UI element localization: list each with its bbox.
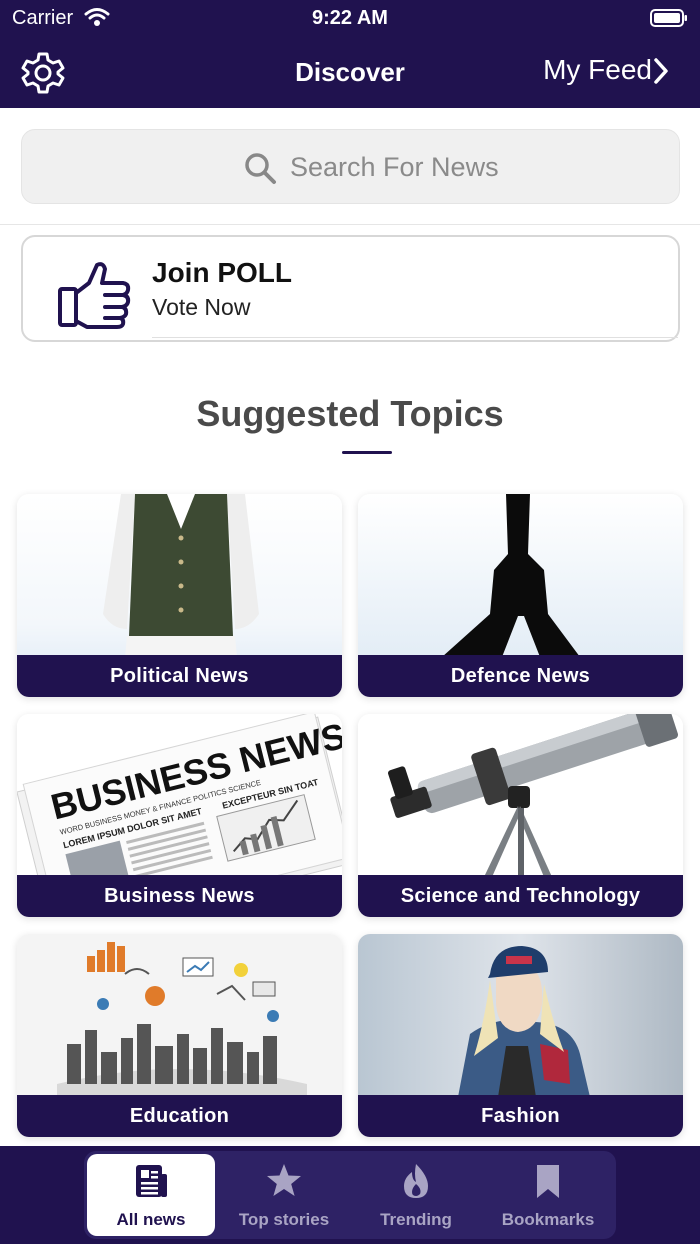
topic-card-fashion[interactable]: Fashion: [358, 934, 683, 1137]
tab-top-stories[interactable]: Top stories: [220, 1154, 348, 1236]
chevron-right-icon[interactable]: [650, 56, 672, 86]
tab-group: All news Top stories Trending Bookmarks: [84, 1151, 616, 1239]
tab-label: All news: [116, 1210, 186, 1229]
tab-bookmarks[interactable]: Bookmarks: [484, 1154, 612, 1236]
topic-label: Political News: [17, 655, 342, 697]
topic-card-defence-news[interactable]: Defence News: [358, 494, 683, 697]
tab-label: Bookmarks: [501, 1210, 595, 1229]
search-bar[interactable]: [21, 129, 680, 204]
bookmark-icon: [537, 1165, 559, 1198]
thumbs-up-icon: [58, 262, 131, 329]
flame-icon: [404, 1164, 428, 1198]
battery-icon: [650, 9, 687, 27]
defence-news-image: [358, 494, 683, 657]
tab-all-news[interactable]: All news: [87, 1154, 215, 1236]
tab-label: Top stories: [238, 1210, 330, 1229]
my-feed-link[interactable]: My Feed: [543, 54, 652, 86]
topic-label: Education: [17, 1095, 342, 1137]
education-image: [17, 934, 342, 1097]
poll-title: Join POLL: [152, 257, 292, 288]
science-technology-image: [358, 714, 683, 877]
divider: [0, 224, 700, 225]
newspaper-icon: [136, 1165, 167, 1197]
topic-card-education[interactable]: Education: [17, 934, 342, 1137]
star-icon: [267, 1164, 301, 1196]
bottom-tab-bar: All news Top stories Trending Bookmarks: [0, 1146, 700, 1244]
tab-trending[interactable]: Trending: [352, 1154, 480, 1236]
topic-card-political-news[interactable]: Political News: [17, 494, 342, 697]
topic-label: Science and Technology: [358, 875, 683, 917]
topic-label: Business News: [17, 875, 342, 917]
status-bar: Carrier 9:22 AM: [0, 0, 700, 36]
topic-label: Fashion: [358, 1095, 683, 1137]
topic-card-science-technology[interactable]: Science and Technology: [358, 714, 683, 917]
top-bar: Carrier 9:22 AM Discover My Feed: [0, 0, 700, 108]
search-input[interactable]: [290, 146, 650, 188]
status-time: 9:22 AM: [312, 7, 388, 29]
political-news-image: [17, 494, 342, 657]
business-news-image: BUSINESS NEWS WORD BUSINESS MONEY & FINA…: [17, 714, 342, 877]
poll-separator: [152, 337, 678, 338]
topic-card-business-news[interactable]: BUSINESS NEWS WORD BUSINESS MONEY & FINA…: [17, 714, 342, 917]
tab-label: Trending: [380, 1210, 452, 1229]
suggested-topics-heading: Suggested Topics: [196, 393, 504, 434]
join-poll-card[interactable]: Join POLL Vote Now: [21, 235, 680, 342]
heading-underline: [342, 451, 392, 454]
search-icon: [245, 153, 276, 184]
fashion-image: [358, 934, 683, 1097]
topic-label: Defence News: [358, 655, 683, 697]
poll-subtitle: Vote Now: [152, 294, 251, 320]
